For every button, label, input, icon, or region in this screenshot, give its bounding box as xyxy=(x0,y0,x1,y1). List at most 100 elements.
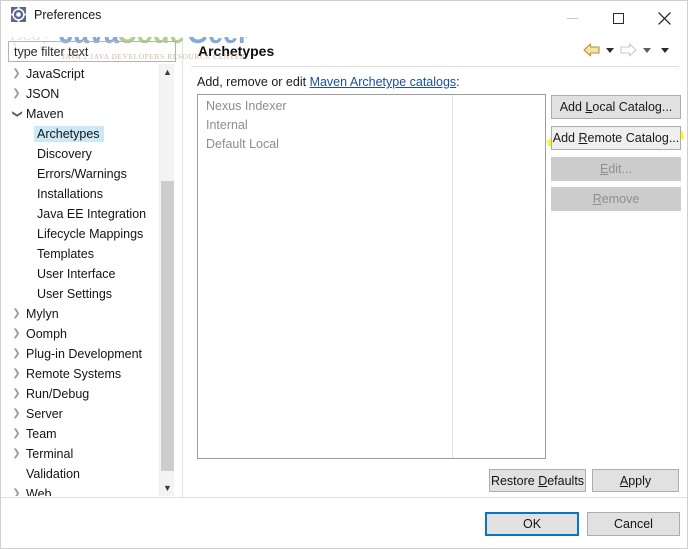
cancel-label: Cancel xyxy=(614,517,653,531)
minimize-button[interactable] xyxy=(549,1,595,35)
sidebar-item-team[interactable]: ❯ Team xyxy=(8,424,158,444)
list-items: Nexus Indexer Internal Default Local xyxy=(198,95,545,154)
dialog-footer xyxy=(1,498,687,548)
sidebar-item-label: Terminal xyxy=(26,447,74,461)
filter-input[interactable]: type filter text xyxy=(8,41,176,62)
preferences-app-icon xyxy=(10,6,27,23)
sidebar-item-label: Errors/Warnings xyxy=(37,167,127,181)
archetype-catalog-list[interactable]: Nexus Indexer Internal Default Local xyxy=(197,94,546,459)
sidebar-item-label: Remote Systems xyxy=(26,367,122,381)
close-button[interactable] xyxy=(641,1,687,35)
scrollbar-thumb[interactable] xyxy=(161,181,174,471)
sidebar-item-label: Web xyxy=(26,487,52,496)
sidebar-item-server[interactable]: ❯ Server xyxy=(8,404,158,424)
description-prefix: Add, remove or edit xyxy=(197,75,310,89)
chevron-up-icon[interactable]: ▲ xyxy=(160,64,175,80)
chevron-right-icon[interactable]: ❯ xyxy=(8,409,25,419)
chevron-right-icon[interactable]: ❯ xyxy=(8,489,25,497)
chevron-down-icon[interactable]: ▼ xyxy=(160,480,175,496)
sidebar-item-label: User Settings xyxy=(37,287,113,301)
sidebar-item-mylyn[interactable]: ❯ Mylyn xyxy=(8,304,158,324)
window-title: Preferences xyxy=(34,7,102,22)
restore-defaults-button[interactable]: Restore Defaults xyxy=(489,469,586,492)
filter-input-placeholder: type filter text xyxy=(14,45,89,59)
sidebar-item-validation[interactable]: ❯Validation xyxy=(8,464,158,484)
chevron-right-icon[interactable]: ❯ xyxy=(8,429,25,439)
sidebar-item-label: Mylyn xyxy=(26,307,59,321)
description-suffix: : xyxy=(456,75,460,89)
page-menu-caret-icon[interactable] xyxy=(661,47,669,53)
minimize-icon xyxy=(566,17,578,19)
title-bar-left: Preferences xyxy=(10,6,101,23)
cancel-button[interactable]: Cancel xyxy=(587,512,680,536)
sidebar-item-label: JavaScript xyxy=(26,67,85,81)
sidebar-item-label: Validation xyxy=(26,467,80,481)
sidebar-item-terminal[interactable]: ❯ Terminal xyxy=(8,444,158,464)
sidebar-item-javascript[interactable]: ❯ JavaScript xyxy=(8,64,158,84)
chevron-right-icon[interactable]: ❯ xyxy=(8,329,25,339)
forward-dropdown-caret-icon[interactable] xyxy=(643,47,651,53)
sidebar-item-label: Server xyxy=(26,407,63,421)
chevron-right-icon[interactable]: ❯ xyxy=(8,89,25,99)
sidebar-item-json[interactable]: ❯ JSON xyxy=(8,84,158,104)
sidebar-item-java-ee-integration[interactable]: ❯Java EE Integration xyxy=(8,204,158,224)
maximize-icon xyxy=(612,12,624,24)
sidebar-item-installations[interactable]: ❯Installations xyxy=(8,184,158,204)
chevron-down-icon[interactable]: ❯ xyxy=(12,106,23,123)
sidebar-item-label: Lifecycle Mappings xyxy=(37,227,144,241)
remove-catalog-label: Remove xyxy=(592,192,640,206)
edit-catalog-button: Edit... xyxy=(551,157,681,181)
chevron-right-icon[interactable]: ❯ xyxy=(8,309,25,319)
apply-label: Apply xyxy=(619,473,652,488)
window-controls xyxy=(549,1,687,35)
sidebar-item-archetypes[interactable]: ❯Archetypes xyxy=(8,124,158,144)
catalog-name: Internal xyxy=(206,118,248,132)
apply-button[interactable]: Apply xyxy=(592,469,679,492)
add-local-catalog-button[interactable]: Add Local Catalog... xyxy=(551,95,681,119)
tree-scrollbar[interactable]: ▲ ▼ xyxy=(159,64,174,496)
sidebar-item-templates[interactable]: ❯Templates xyxy=(8,244,158,264)
catalog-name: Nexus Indexer xyxy=(206,99,287,113)
sidebar-item-plug-in-development[interactable]: ❯ Plug-in Development xyxy=(8,344,158,364)
page-description: Add, remove or edit Maven Archetype cata… xyxy=(197,75,460,89)
sidebar-item-label: Templates xyxy=(37,247,94,261)
sidebar-item-lifecycle-mappings[interactable]: ❯Lifecycle Mappings xyxy=(8,224,158,244)
sidebar-item-label: Java EE Integration xyxy=(37,207,147,221)
sidebar-item-oomph[interactable]: ❯ Oomph xyxy=(8,324,158,344)
page-title: Archetypes xyxy=(198,43,275,59)
footer-separator xyxy=(1,497,687,498)
catalog-name: Default Local xyxy=(206,137,279,151)
sidebar-item-label: Plug-in Development xyxy=(26,347,143,361)
sidebar-item-user-interface[interactable]: ❯User Interface xyxy=(8,264,158,284)
restore-defaults-label: Restore Defaults xyxy=(490,473,585,488)
chevron-right-icon[interactable]: ❯ xyxy=(8,389,25,399)
panel-divider xyxy=(182,37,183,497)
sidebar-item-user-settings[interactable]: ❯User Settings xyxy=(8,284,158,304)
sidebar-item-label: Maven xyxy=(26,107,64,121)
chevron-right-icon[interactable]: ❯ xyxy=(8,349,25,359)
chevron-right-icon[interactable]: ❯ xyxy=(8,449,25,459)
list-item[interactable]: Default Local xyxy=(198,135,545,154)
add-remote-catalog-button[interactable]: Add Remote Catalog... xyxy=(551,126,681,150)
list-item[interactable]: Internal xyxy=(198,116,545,135)
sidebar-item-remote-systems[interactable]: ❯ Remote Systems xyxy=(8,364,158,384)
preferences-tree[interactable]: ❯JavaScript❯JSON❯Maven❯Archetypes❯Discov… xyxy=(8,64,158,496)
sidebar-item-label: User Interface xyxy=(37,267,116,281)
sidebar-item-discovery[interactable]: ❯Discovery xyxy=(8,144,158,164)
back-dropdown-caret-icon[interactable] xyxy=(606,47,614,53)
chevron-right-icon[interactable]: ❯ xyxy=(8,369,25,379)
sidebar-item-errors-warnings[interactable]: ❯Errors/Warnings xyxy=(8,164,158,184)
chevron-right-icon[interactable]: ❯ xyxy=(8,69,25,79)
forward-arrow-icon xyxy=(620,43,637,57)
sidebar-item-web[interactable]: ❯ Web xyxy=(8,484,158,496)
sidebar-item-run-debug[interactable]: ❯ Run/Debug xyxy=(8,384,158,404)
sidebar-item-maven[interactable]: ❯ Maven xyxy=(8,104,158,124)
back-arrow-icon[interactable] xyxy=(583,43,600,57)
sidebar-item-label: Installations xyxy=(37,187,104,201)
maven-archetype-catalogs-link[interactable]: Maven Archetype catalogs xyxy=(310,75,457,89)
add-remote-catalog-label: Add Remote Catalog... xyxy=(552,131,680,145)
sidebar-item-label: Archetypes xyxy=(34,126,104,142)
ok-button[interactable]: OK xyxy=(485,512,579,536)
list-item[interactable]: Nexus Indexer xyxy=(198,97,545,116)
maximize-button[interactable] xyxy=(595,1,641,35)
